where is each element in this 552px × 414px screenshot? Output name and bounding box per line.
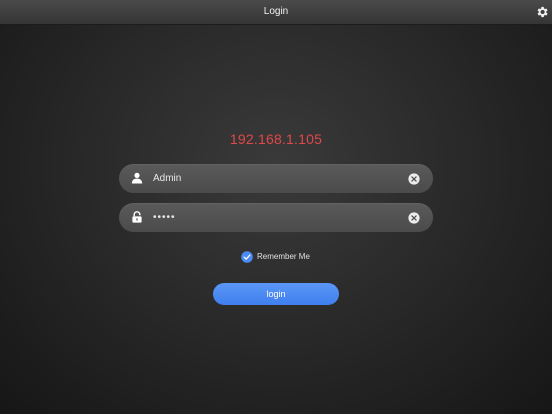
- clear-password-icon[interactable]: [408, 212, 420, 224]
- page-title: Login: [263, 6, 289, 17]
- title-bar: Login: [0, 0, 552, 25]
- user-icon: [131, 172, 143, 184]
- clear-username-icon[interactable]: [408, 173, 420, 185]
- remember-me-label: Remember Me: [257, 252, 310, 261]
- server-address: 192.168.1.105: [229, 131, 323, 147]
- username-input[interactable]: [153, 164, 397, 193]
- username-field[interactable]: [119, 164, 433, 193]
- gear-icon[interactable]: [535, 5, 549, 19]
- lock-icon: [132, 211, 142, 223]
- password-input[interactable]: [153, 203, 397, 232]
- password-field[interactable]: [119, 203, 433, 232]
- checkmark-icon[interactable]: [241, 251, 253, 263]
- login-button[interactable]: login: [213, 283, 339, 305]
